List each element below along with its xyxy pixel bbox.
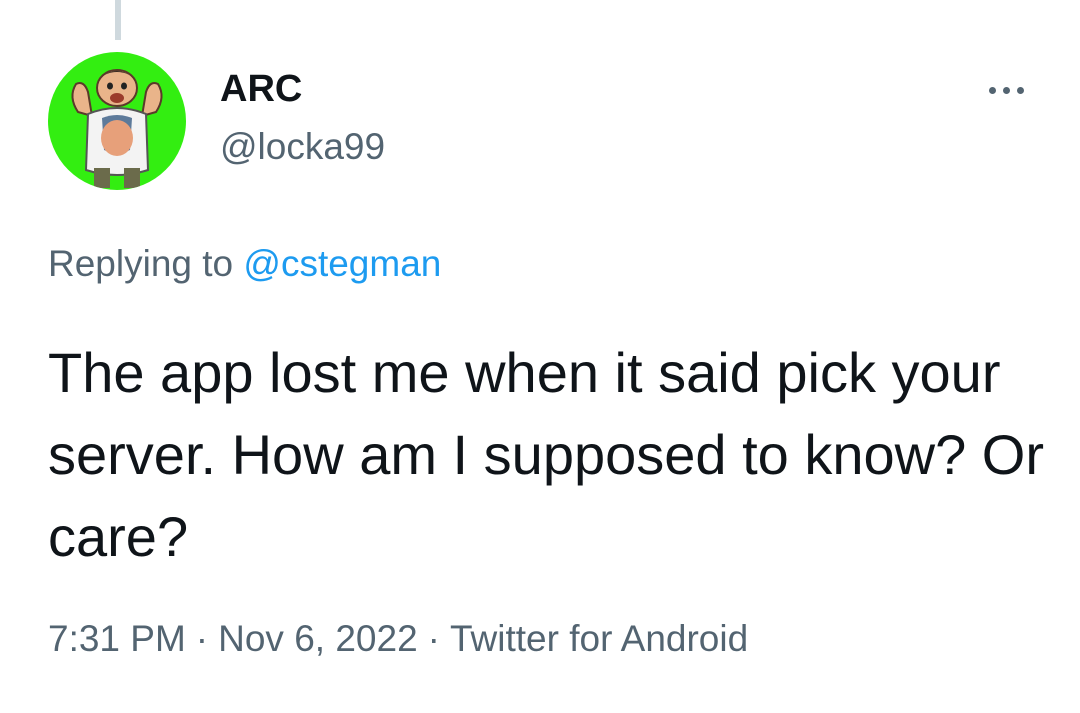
more-horizontal-icon [988, 86, 996, 94]
replying-to-line: Replying to @cstegman [48, 240, 441, 288]
replying-to-mention[interactable]: @cstegman [243, 243, 441, 284]
tweet-source[interactable]: Twitter for Android [450, 618, 748, 659]
avatar-image [71, 69, 163, 188]
meta-separator: · [195, 618, 209, 659]
more-horizontal-icon-dot [1002, 86, 1010, 94]
more-options-button[interactable] [978, 70, 1034, 110]
avatar[interactable] [48, 52, 186, 190]
author-display-name[interactable]: ARC [220, 66, 302, 112]
replying-to-prefix: Replying to [48, 243, 234, 284]
author-handle[interactable]: @locka99 [220, 124, 385, 170]
tweet-date[interactable]: Nov 6, 2022 [218, 618, 418, 659]
thread-connector-line [115, 0, 121, 40]
tweet-text: The app lost me when it said pick your s… [48, 341, 1044, 568]
more-horizontal-icon-dot [1016, 86, 1024, 94]
meta-separator: · [427, 618, 440, 659]
tweet-time[interactable]: 7:31 PM [48, 618, 186, 659]
tweet-metadata: 7:31 PM · Nov 6, 2022 · Twitter for Android [48, 615, 748, 663]
